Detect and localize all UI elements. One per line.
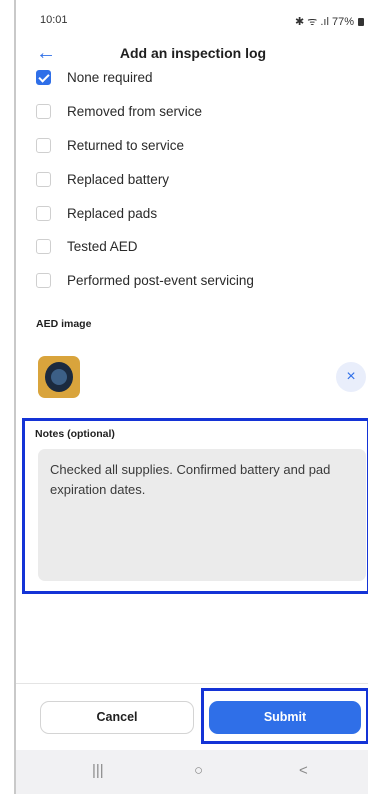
notes-label: Notes (optional) <box>35 428 115 440</box>
cancel-button[interactable]: Cancel <box>40 701 194 734</box>
checkbox[interactable] <box>36 238 51 254</box>
recents-icon[interactable]: ||| <box>92 762 104 779</box>
checkbox[interactable] <box>36 272 51 288</box>
remove-image-button[interactable]: × <box>336 362 366 392</box>
aed-image-label: AED image <box>36 318 92 330</box>
checkbox-label: None required <box>67 70 153 85</box>
checkbox[interactable] <box>36 171 51 187</box>
notes-textarea[interactable]: Checked all supplies. Confirmed battery … <box>38 449 366 581</box>
back-nav-icon[interactable]: < <box>299 762 308 779</box>
checkbox-row-replaced-battery[interactable]: Replaced battery <box>16 162 368 196</box>
service-actions-checklist: None required Removed from service Retur… <box>16 70 368 302</box>
checkbox-label: Removed from service <box>67 103 203 119</box>
checkbox[interactable] <box>36 103 51 119</box>
app-header: ← Add an inspection log <box>16 36 368 70</box>
status-indicators: ✱ ᯤ .ıl 77% <box>295 14 364 29</box>
home-icon[interactable]: ○ <box>194 762 203 779</box>
checkbox-row-tested-aed[interactable]: Tested AED <box>16 229 368 263</box>
checkbox-row-returned-to-service[interactable]: Returned to service <box>16 128 368 162</box>
checkbox[interactable] <box>36 70 51 85</box>
checkbox-label: Performed post-event servicing <box>67 272 254 288</box>
checkbox-label: Replaced battery <box>67 171 170 187</box>
footer-divider <box>16 683 368 684</box>
signal-battery-text: ✱ ᯤ .ıl 77% <box>294 16 354 28</box>
checkbox-row-replaced-pads[interactable]: Replaced pads <box>16 196 368 230</box>
status-bar: 10:01 ✱ ᯤ .ıl 77% <box>16 0 368 36</box>
notes-section-highlight: Notes (optional) Checked all supplies. C… <box>22 418 368 594</box>
battery-icon <box>358 17 364 26</box>
aed-image-thumbnail[interactable] <box>38 356 80 398</box>
page-title: Add an inspection log <box>119 45 267 61</box>
system-navigation-bar: ||| ○ < <box>16 750 368 794</box>
aed-device-button-graphic <box>51 369 67 385</box>
checkbox-row-post-event-servicing[interactable]: Performed post-event servicing <box>16 263 368 297</box>
phone-screen: 10:01 ✱ ᯤ .ıl 77% ← Add an inspection lo… <box>14 0 368 794</box>
checkbox-label: Returned to service <box>67 137 185 153</box>
checkbox[interactable] <box>36 137 51 153</box>
checkbox-label: Replaced pads <box>67 205 158 221</box>
submit-button[interactable]: Submit <box>209 701 361 734</box>
checkbox-label: Tested AED <box>67 238 138 254</box>
status-time: 10:01 <box>40 14 68 26</box>
checkbox[interactable] <box>36 205 51 221</box>
checkbox-row-removed-from-service[interactable]: Removed from service <box>16 94 368 128</box>
checkbox-row-none-required[interactable]: None required <box>16 70 368 94</box>
